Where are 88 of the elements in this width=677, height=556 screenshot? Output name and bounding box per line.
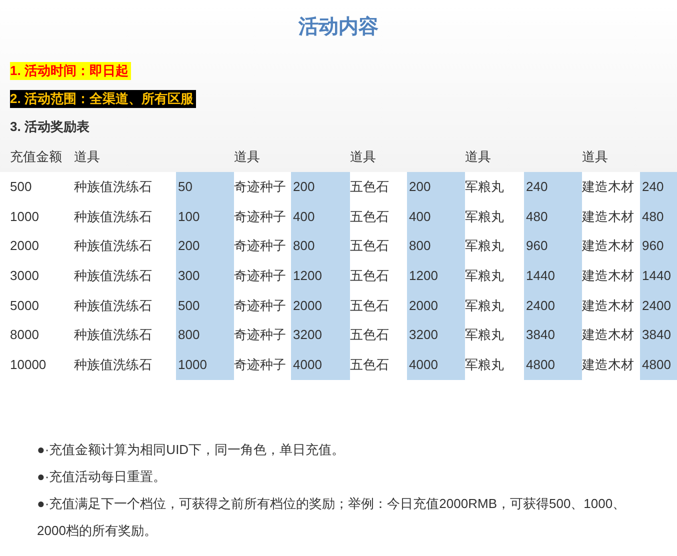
table-cell-text: 奇迹种子 (234, 356, 287, 374)
table-cell-text: 军粮丸 (465, 326, 505, 344)
table-cell: 400 (291, 202, 350, 232)
table-cell: 3840 (640, 320, 677, 350)
table-cell-text: 奇迹种子 (234, 237, 287, 256)
column-header: 道具 (350, 148, 377, 166)
table-cell: 50 (176, 172, 234, 202)
table-cell-text: 军粮丸 (465, 296, 505, 315)
table-cell-text: 军粮丸 (465, 178, 505, 196)
table-cell-text: 种族值洗练石 (74, 356, 153, 374)
table-cell: 2400 (524, 290, 582, 320)
table-cell-text: 军粮丸 (465, 356, 505, 374)
table-cell: 800 (291, 231, 350, 262)
table-cell-text: 3000 (10, 267, 40, 286)
table-cell-text: 五色石 (350, 208, 390, 226)
table-cell: 480 (524, 202, 582, 232)
table-cell-text: 种族值洗练石 (74, 178, 153, 196)
table-cell: 100 (176, 202, 234, 232)
table-cell: 2000 (291, 290, 350, 320)
table-cell-text: 五色石 (350, 296, 390, 315)
table-cell: 960 (524, 231, 582, 262)
table-cell: 3200 (291, 320, 350, 350)
table-cell-text: 五色石 (350, 178, 390, 196)
table-cell: 4800 (524, 350, 582, 380)
table-cell-text: 种族值洗练石 (74, 267, 153, 286)
table-cell-text: 2000 (10, 237, 40, 256)
table-cell-text: 军粮丸 (465, 237, 505, 256)
note-text: ●·充值活动每日重置。 (37, 468, 168, 486)
table-cell-text: 建造木材 (582, 296, 635, 315)
table-cell-text: 军粮丸 (465, 208, 505, 226)
table-cell: 400 (407, 202, 465, 232)
table-cell: 1440 (640, 261, 677, 291)
table-cell-text: 军粮丸 (465, 267, 505, 286)
page-title: 活动内容 (298, 14, 378, 40)
table-cell-text: 5000 (10, 296, 40, 315)
table-cell-text: 建造木材 (582, 356, 635, 374)
table-cell-text: 10000 (10, 356, 48, 374)
table-cell-text: 建造木材 (582, 326, 635, 344)
table-cell: 2000 (407, 290, 465, 320)
table-cell: 200 (407, 172, 465, 202)
table-cell-text: 建造木材 (582, 208, 635, 226)
table-cell: 3200 (407, 320, 465, 350)
table-cell: 200 (176, 231, 234, 262)
table-cell-text: 种族值洗练石 (74, 296, 153, 315)
table-cell: 4800 (640, 350, 677, 380)
table-cell-text: 建造木材 (582, 267, 635, 286)
table-cell: 200 (291, 172, 350, 202)
info-line: 3. 活动奖励表 (10, 118, 90, 136)
table-cell: 1200 (407, 261, 465, 291)
table-cell-text: 奇迹种子 (234, 178, 287, 196)
table-cell: 3840 (524, 320, 582, 350)
table-cell: 800 (407, 231, 465, 262)
table-cell-text: 种族值洗练石 (74, 237, 153, 256)
column-header: 道具 (74, 148, 101, 166)
table-cell-text: 建造木材 (582, 237, 635, 256)
table-cell-text: 500 (10, 178, 33, 196)
table-cell-text: 五色石 (350, 326, 390, 344)
table-cell-text: 奇迹种子 (234, 296, 287, 315)
note-text: ●·充值满足下一个档位，可获得之前所有档位的奖励；举例：今日充值2000RMB，可获得500、1000、2000档的所有奖励。 (37, 494, 627, 540)
table-cell: 240 (640, 172, 677, 202)
table-cell: 240 (524, 172, 582, 202)
table-cell: 1000 (176, 350, 234, 380)
table-cell-text: 1000 (10, 208, 40, 226)
table-cell-text: 五色石 (350, 237, 390, 256)
table-cell: 4000 (291, 350, 350, 380)
table-cell: 300 (176, 261, 234, 291)
table-cell: 1200 (291, 261, 350, 291)
table-cell-text: 种族值洗练石 (74, 208, 153, 226)
table-cell: 4000 (407, 350, 465, 380)
table-cell-text: 奇迹种子 (234, 208, 287, 226)
column-header: 道具 (234, 148, 261, 166)
column-header: 充值金额 (10, 148, 63, 166)
table-cell: 500 (176, 290, 234, 320)
table-cell: 800 (176, 320, 234, 350)
table-cell: 960 (640, 231, 677, 262)
table-cell-text: 种族值洗练石 (74, 326, 153, 344)
table-cell: 1440 (524, 261, 582, 291)
column-header: 道具 (582, 148, 609, 166)
table-cell-text: 8000 (10, 326, 40, 344)
table-cell-text: 五色石 (350, 267, 390, 286)
column-header: 道具 (465, 148, 492, 166)
table-cell: 2400 (640, 290, 677, 320)
table-cell-text: 奇迹种子 (234, 326, 287, 344)
table-cell-text: 建造木材 (582, 178, 635, 196)
table-cell-text: 五色石 (350, 356, 390, 374)
note-text: ●·充值金额计算为相同UID下，同一角色，单日充值。 (37, 440, 346, 459)
table-cell-text: 奇迹种子 (234, 267, 287, 286)
table-cell: 480 (640, 202, 677, 232)
